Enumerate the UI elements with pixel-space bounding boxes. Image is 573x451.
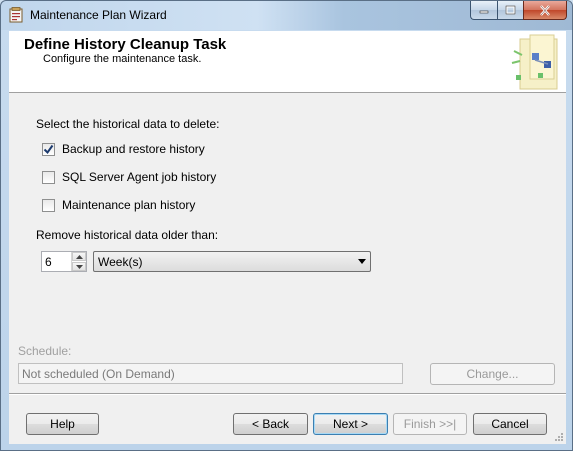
- remove-older-than-label: Remove historical data older than:: [36, 228, 219, 242]
- maximize-icon: [505, 5, 516, 15]
- help-button[interactable]: Help: [26, 413, 99, 435]
- checkbox[interactable]: [42, 170, 55, 184]
- change-schedule-button[interactable]: Change...: [430, 363, 555, 385]
- close-icon: [540, 4, 550, 16]
- option-agent-job-history[interactable]: SQL Server Agent job history: [42, 170, 216, 184]
- wizard-footer: Help < Back Next > Finish >>| Cancel: [9, 395, 566, 444]
- title-bar: Maintenance Plan Wizard: [1, 1, 572, 30]
- schedule-label: Schedule:: [18, 344, 72, 358]
- option-label: Backup and restore history: [62, 142, 205, 156]
- select-data-label: Select the historical data to delete:: [36, 117, 220, 131]
- age-value-stepper[interactable]: 6: [41, 251, 87, 272]
- chevron-down-icon: [75, 264, 83, 269]
- minimize-button[interactable]: [470, 1, 497, 20]
- age-unit-value: Week(s): [98, 255, 143, 269]
- decrement-button[interactable]: [72, 262, 86, 271]
- checkbox[interactable]: [42, 142, 55, 156]
- page-title: Define History Cleanup Task: [24, 36, 227, 53]
- close-button[interactable]: [523, 1, 567, 20]
- age-value[interactable]: 6: [45, 255, 52, 269]
- wizard-body: Select the historical data to delete: Ba…: [9, 93, 566, 393]
- increment-button[interactable]: [72, 252, 86, 261]
- wizard-header-graphic-icon: [502, 31, 564, 93]
- option-label: SQL Server Agent job history: [62, 170, 217, 184]
- page-subtitle: Configure the maintenance task.: [43, 53, 202, 65]
- wizard-window: Maintenance Plan Wizard Define History C…: [0, 0, 573, 451]
- cancel-button[interactable]: Cancel: [473, 413, 547, 435]
- option-backup-restore-history[interactable]: Backup and restore history: [42, 142, 205, 156]
- finish-button[interactable]: Finish >>|: [393, 413, 467, 435]
- window-title: Maintenance Plan Wizard: [30, 8, 167, 22]
- checkmark-icon: [43, 144, 54, 154]
- option-label: Maintenance plan history: [62, 198, 196, 212]
- resize-grip-icon[interactable]: [554, 432, 564, 442]
- next-button[interactable]: Next >: [313, 413, 388, 435]
- wizard-header: Define History Cleanup Task Configure th…: [9, 31, 566, 93]
- age-unit-select[interactable]: Week(s): [93, 251, 371, 272]
- wizard-app-icon: [8, 7, 24, 23]
- chevron-up-icon: [75, 254, 83, 259]
- checkbox[interactable]: [42, 198, 55, 212]
- dropdown-arrow-icon: [358, 259, 366, 264]
- minimize-icon: [479, 10, 489, 14]
- back-button[interactable]: < Back: [233, 413, 308, 435]
- schedule-field: Not scheduled (On Demand): [18, 363, 403, 384]
- maximize-button[interactable]: [497, 1, 523, 20]
- option-maintenance-plan-history[interactable]: Maintenance plan history: [42, 198, 195, 212]
